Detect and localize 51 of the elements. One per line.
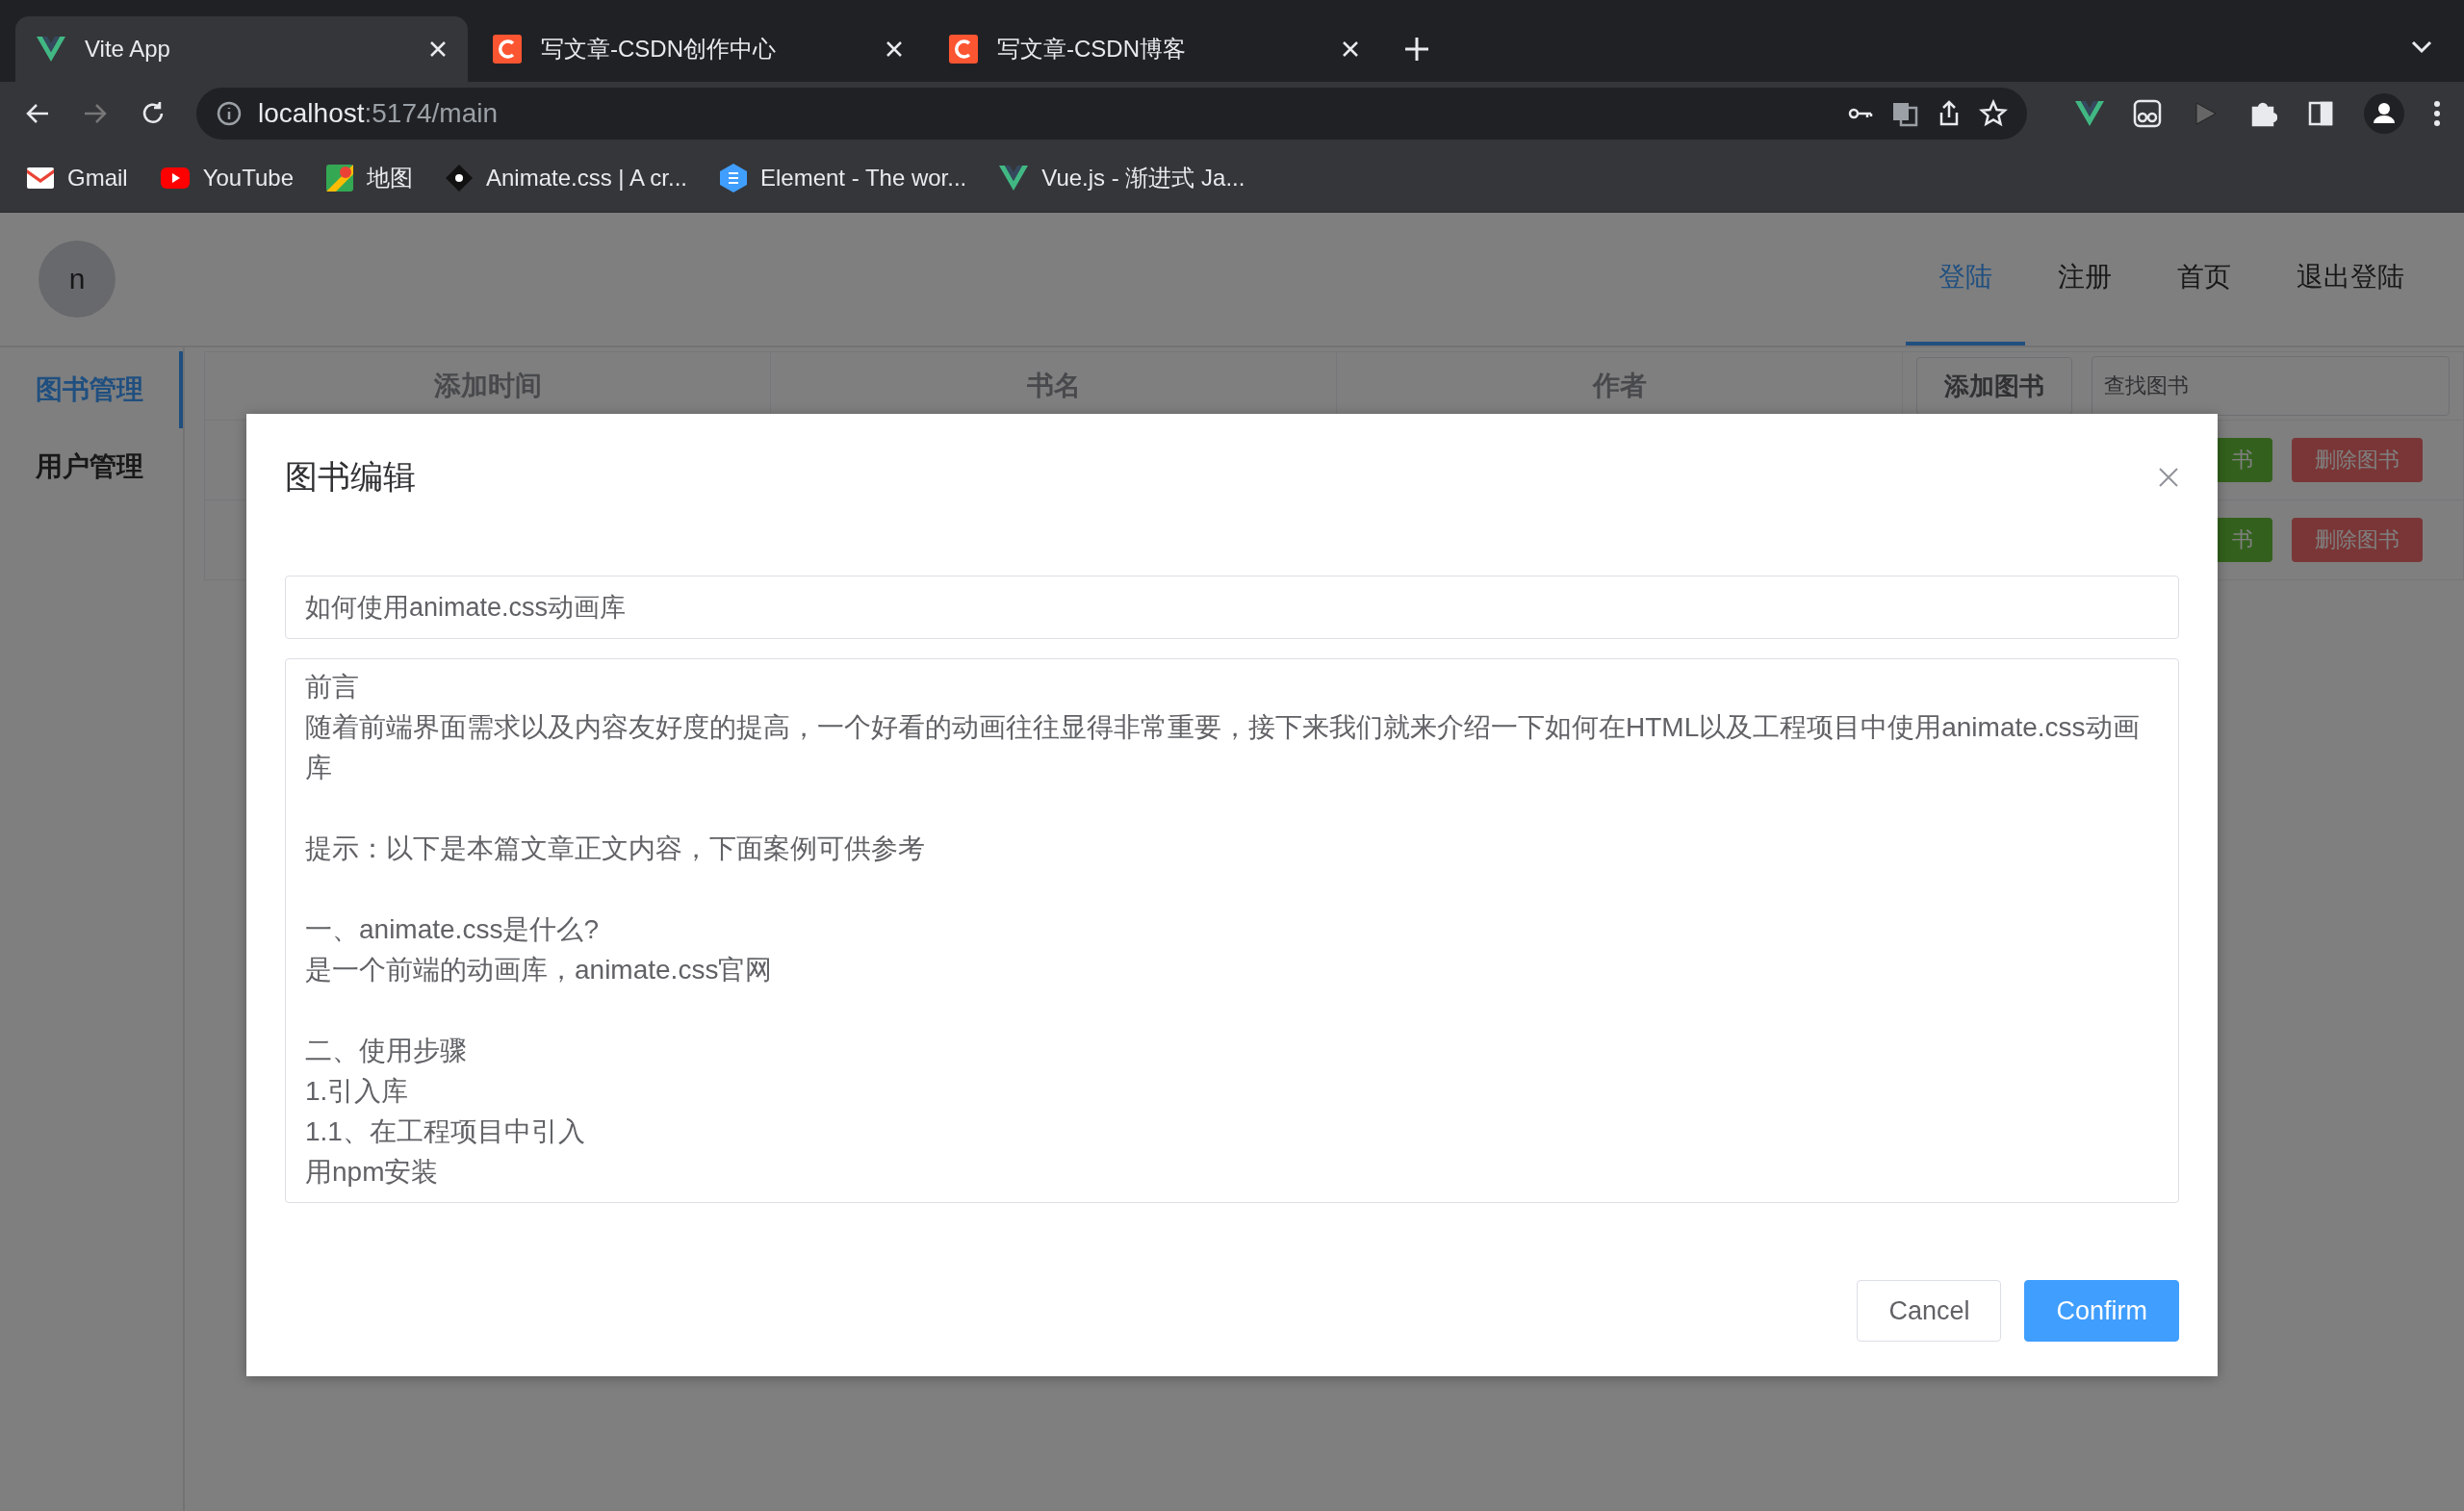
vue-logo-icon (2075, 100, 2104, 126)
chevron-down-icon[interactable] (2410, 39, 2433, 55)
content-field[interactable]: 前言 随着前端界面需求以及内容友好度的提高，一个好看的动画往往显得非常重要，接下来我们就来介绍一下如何在HTML以及工程项目中使用animate.css动画库 提示：以下是本篇文章正文内容，下面案例可供参考 一、animate.css是什么? 是一个前端的动画库，animate.css官网 二、使用步骤 1.引入库 1.1、在工程项目中引入 用npm安装 (285, 658, 2179, 1203)
search-field[interactable]: 查找图书 (2092, 356, 2450, 416)
letter-logo-icon (949, 35, 978, 64)
vue-logo-icon (999, 166, 1029, 191)
bookmark[interactable]: Gmail (27, 165, 128, 192)
bookmark[interactable]: Animate.css | A cr... (446, 165, 687, 192)
add-book-button[interactable]: 添加图书 (1916, 357, 2072, 415)
nav-item[interactable]: 退出登陆 (2264, 213, 2437, 346)
more-icon[interactable] (2433, 99, 2441, 127)
text-line: 前言 (305, 671, 360, 704)
star-icon[interactable] (1979, 98, 2008, 128)
profile-icon[interactable] (2364, 92, 2404, 134)
text-line: 一、animate.css是什么? (305, 913, 600, 946)
text-line: 提示：以下是本篇文章正文内容，下面案例可供参考 (305, 832, 926, 865)
letter-logo-icon (493, 35, 522, 64)
bookmark[interactable]: 地图 (326, 163, 413, 193)
info-icon (216, 99, 243, 127)
text-line: 1.引入库 (305, 1075, 410, 1108)
nav-item[interactable]: 首页 (2144, 213, 2264, 346)
close-icon[interactable] (429, 40, 447, 58)
nav-item[interactable]: 注册 (2025, 213, 2144, 346)
map-pin-icon (326, 165, 353, 192)
browser-tab[interactable]: 写文章-CSDN博客 (928, 16, 1380, 82)
browser-tab[interactable]: 写文章-CSDN创作中心 (472, 16, 924, 82)
avatar: n (38, 241, 116, 318)
vue-logo-icon (37, 37, 65, 62)
bookmark[interactable]: YouTube (160, 165, 294, 192)
mail-icon (27, 167, 54, 189)
hexagon-icon (719, 164, 747, 192)
title-field[interactable]: 如何使用animate.css动画库 (285, 576, 2179, 639)
diamond-icon (446, 165, 473, 192)
bookmark[interactable]: Vue.js - 渐进式 Ja... (999, 163, 1245, 193)
cancel-button[interactable]: Cancel (1857, 1280, 2002, 1342)
plus-icon[interactable] (1403, 36, 1430, 63)
bookmark[interactable]: Element - The wor... (719, 164, 967, 192)
text-line: 二、使用步骤 (305, 1035, 468, 1067)
browser-tab[interactable]: Vite App (15, 16, 468, 82)
text-line: 用npm安装 (305, 1156, 440, 1189)
dialog-title: 图书编辑 (285, 457, 417, 497)
close-button[interactable] (2158, 467, 2179, 488)
play-icon (160, 167, 190, 189)
sidebar-item[interactable]: 用户管理 (0, 428, 183, 505)
glasses-icon[interactable] (2133, 98, 2162, 128)
close-icon[interactable] (886, 40, 903, 58)
text-line: 1.1、在工程项目中引入 (305, 1115, 586, 1148)
text-line: 随着前端界面需求以及内容友好度的提高，一个好看的动画往往显得非常重要，接下来我们就来介绍一下如何在HTML以及工程项目中使用animate.css动画库 (305, 711, 2141, 784)
address-bar[interactable]: localhost:5174/main (196, 87, 2027, 140)
close-icon[interactable] (1342, 40, 1359, 58)
text-line: 是一个前端的动画库，animate.css官网 (305, 954, 774, 986)
